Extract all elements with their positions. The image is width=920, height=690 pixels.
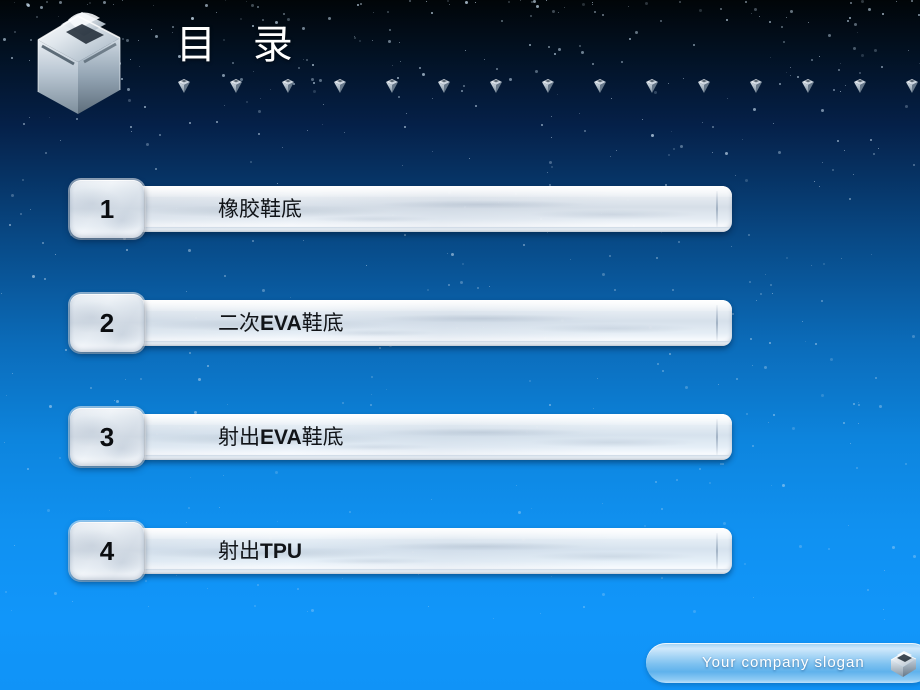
agenda-number: 3: [99, 421, 115, 452]
agenda-number-badge[interactable]: 3: [70, 408, 144, 466]
gem-icon: [592, 78, 608, 94]
gem-icon: [852, 78, 868, 94]
presentation-slide: 目 录 橡胶鞋底 1 二次EVA鞋底 2 射出EVA鞋底 3 射出TPU 4 Y…: [0, 0, 920, 690]
gem-icon: [176, 78, 192, 94]
label-prefix: 橡胶鞋底: [218, 197, 302, 221]
gem-icon: [540, 78, 556, 94]
bar-tip-line: [716, 533, 718, 569]
gem-icon: [904, 78, 920, 94]
agenda-number-badge[interactable]: 1: [70, 180, 144, 238]
gem-icon: [748, 78, 764, 94]
agenda-item-label: 射出TPU: [218, 528, 302, 574]
agenda-item-2[interactable]: 二次EVA鞋底 2: [0, 294, 920, 356]
label-prefix: 射出: [218, 425, 260, 449]
metallic-cube-icon: [20, 2, 138, 122]
agenda-number: 2: [99, 307, 115, 338]
label-bold: EVA: [260, 312, 302, 335]
agenda-number-badge[interactable]: 2: [70, 294, 144, 352]
agenda-number-badge[interactable]: 4: [70, 522, 144, 580]
agenda-item-label: 射出EVA鞋底: [218, 414, 344, 460]
agenda-item-4[interactable]: 射出TPU 4: [0, 522, 920, 584]
gem-divider: [0, 78, 920, 96]
gem-icon: [644, 78, 660, 94]
agenda-item-label: 二次EVA鞋底: [218, 300, 344, 346]
agenda-item-1[interactable]: 橡胶鞋底 1: [0, 180, 920, 242]
label-prefix: 射出: [218, 539, 260, 563]
gem-icon: [696, 78, 712, 94]
agenda-item-label: 橡胶鞋底: [218, 186, 302, 232]
bar-tip-line: [716, 419, 718, 455]
label-prefix: 二次: [218, 311, 260, 335]
gem-icon: [228, 78, 244, 94]
company-slogan: Your company slogan: [702, 654, 865, 671]
page-title: 目 录: [176, 22, 305, 68]
gem-icon: [280, 78, 296, 94]
bar-tip-line: [716, 191, 718, 227]
gem-icon: [436, 78, 452, 94]
gem-icon: [332, 78, 348, 94]
label-suffix: 鞋底: [301, 425, 344, 449]
gem-icon: [384, 78, 400, 94]
bar-tip-line: [716, 305, 718, 341]
gem-icon: [488, 78, 504, 94]
agenda-item-3[interactable]: 射出EVA鞋底 3: [0, 408, 920, 470]
metallic-cube-icon: [886, 647, 920, 679]
agenda-number: 1: [99, 193, 115, 224]
footer-slogan-bar[interactable]: Your company slogan: [646, 643, 920, 683]
label-bold: EVA: [260, 426, 302, 449]
agenda-number: 4: [99, 535, 115, 566]
label-bold: TPU: [260, 540, 302, 563]
gem-icon: [800, 78, 816, 94]
label-suffix: 鞋底: [301, 311, 344, 335]
